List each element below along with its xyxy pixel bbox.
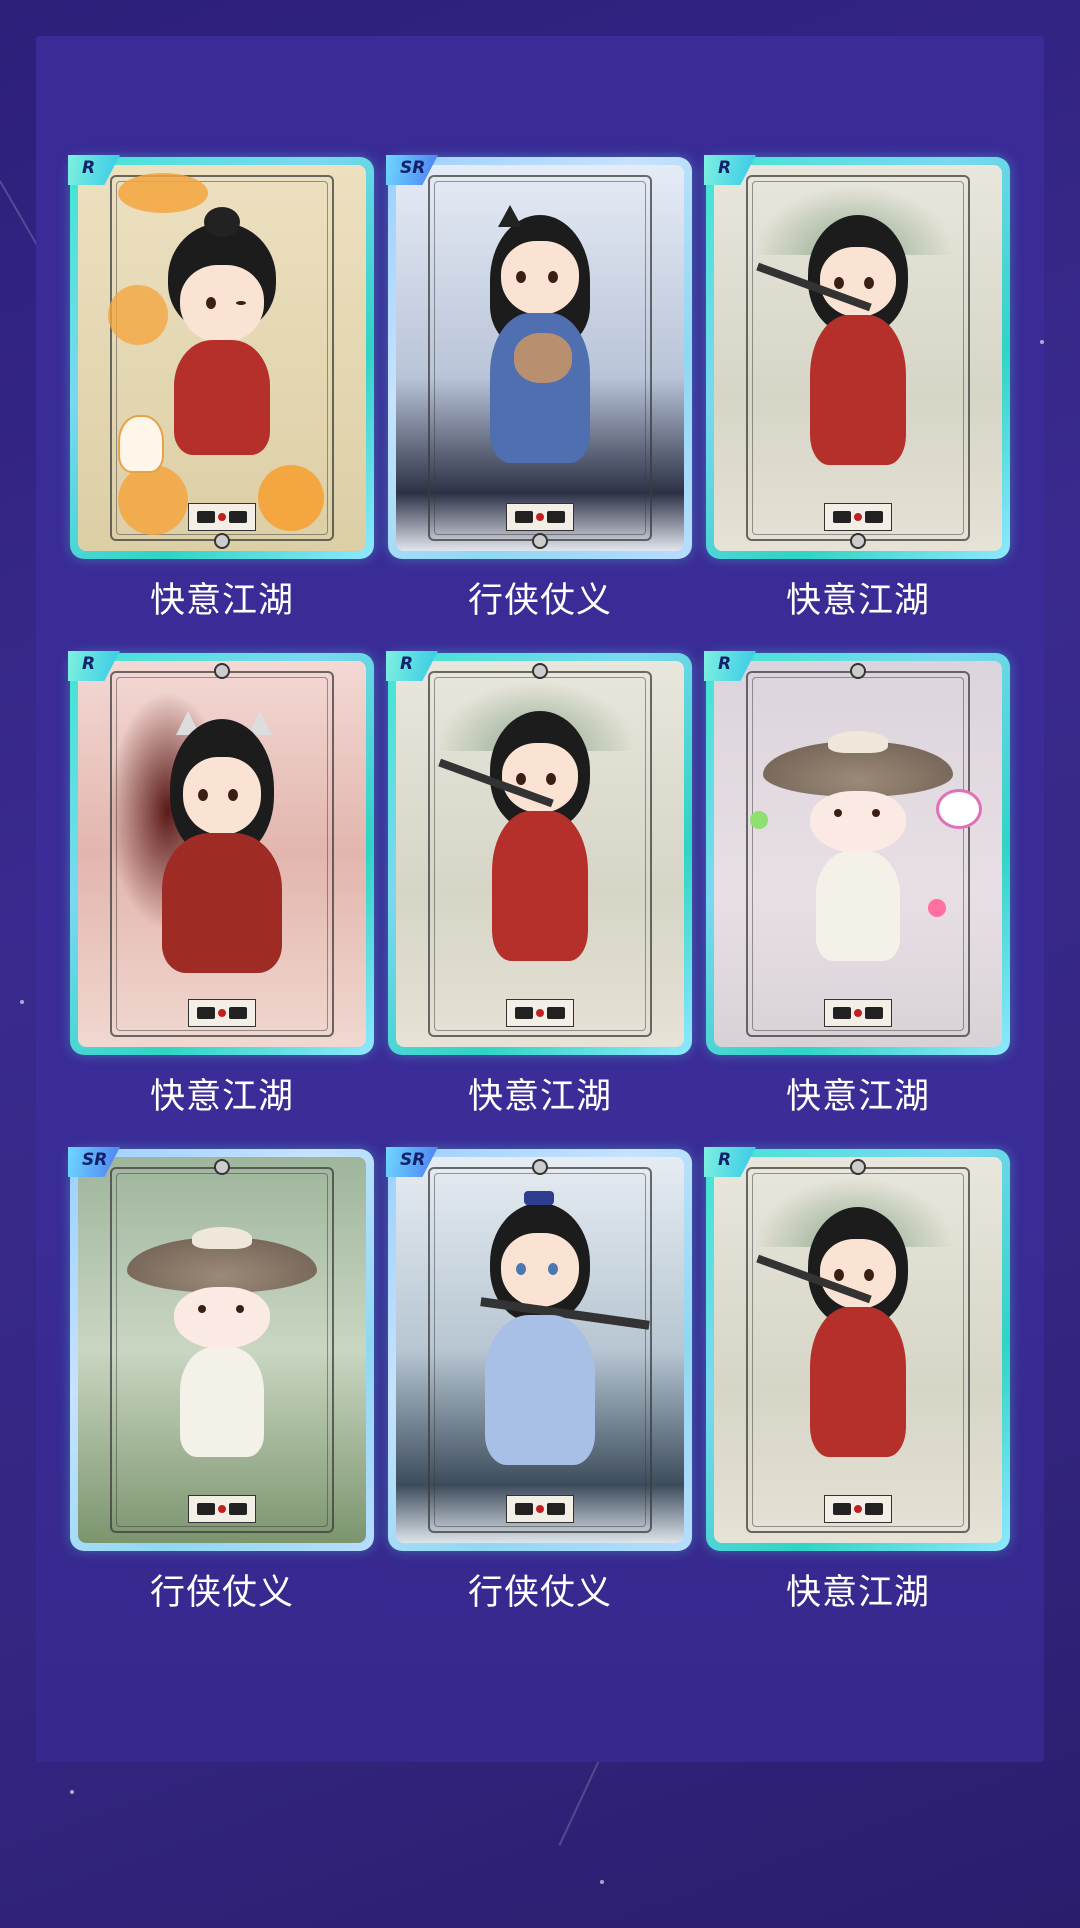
red-robe: [810, 1307, 906, 1457]
sparkle-dot: [70, 1790, 74, 1794]
red-robe: [162, 833, 282, 973]
coin-icon: [258, 465, 324, 531]
face: [810, 791, 906, 853]
card-4[interactable]: R: [68, 651, 374, 1055]
bear-plush-icon: [514, 333, 572, 383]
brand-seal-logo: [506, 1495, 574, 1523]
cat-badge-icon: [936, 789, 982, 829]
card-7[interactable]: SR: [68, 1147, 374, 1551]
brand-seal-logo: [188, 999, 256, 1027]
eye: [206, 297, 216, 309]
eye: [236, 301, 246, 305]
eye: [516, 773, 526, 785]
brand-seal-logo: [824, 999, 892, 1027]
paw-print-icon: [750, 811, 768, 829]
card-1[interactable]: R: [68, 155, 374, 559]
eye: [198, 789, 208, 801]
eye: [228, 789, 238, 801]
knot-ornament-icon: [850, 533, 866, 549]
brand-seal-logo: [506, 999, 574, 1027]
white-robe: [816, 851, 900, 961]
card-art: [78, 1157, 366, 1543]
card-3[interactable]: R: [704, 155, 1010, 559]
card-caption: 快意江湖: [149, 1077, 294, 1117]
card-5[interactable]: R: [386, 651, 692, 1055]
red-robe: [810, 315, 906, 465]
knot-ornament-icon: [850, 663, 866, 679]
card-caption: 行侠仗义: [149, 1573, 294, 1613]
knot-ornament-icon: [214, 663, 230, 679]
hair-bun: [204, 207, 240, 237]
light-blue-robe: [485, 1315, 595, 1465]
face: [174, 1287, 270, 1349]
face: [180, 265, 264, 343]
sparkle-dot: [20, 1000, 24, 1004]
card-art: [396, 1157, 684, 1543]
eye: [236, 1305, 244, 1313]
card-9[interactable]: R: [704, 1147, 1010, 1551]
cat-ears-icon: [498, 205, 522, 227]
coin-icon: [108, 285, 168, 345]
face: [501, 241, 579, 315]
face: [183, 757, 261, 835]
eye: [834, 809, 842, 817]
card-caption: 快意江湖: [467, 1077, 612, 1117]
eye: [548, 271, 558, 283]
face: [501, 1233, 579, 1307]
card-2[interactable]: SR: [386, 155, 692, 559]
brand-seal-logo: [824, 503, 892, 531]
card-caption: 快意江湖: [785, 1573, 930, 1613]
card-caption: 快意江湖: [149, 581, 294, 621]
card-art: [396, 165, 684, 551]
card-caption: 行侠仗义: [467, 581, 612, 621]
knot-ornament-icon: [532, 533, 548, 549]
red-robe: [492, 811, 588, 961]
eye: [516, 271, 526, 283]
brand-seal-logo: [506, 503, 574, 531]
card-caption: 快意江湖: [785, 581, 930, 621]
eye: [548, 1263, 558, 1275]
eye: [516, 1263, 526, 1275]
brand-seal-logo: [188, 503, 256, 531]
eye: [864, 277, 874, 289]
hair-tie: [524, 1191, 554, 1205]
paw-print-icon: [928, 899, 946, 917]
bamboo-hat-top: [192, 1227, 252, 1249]
sparkle-dot: [1040, 340, 1044, 344]
card-art: [78, 165, 366, 551]
card-caption: 行侠仗义: [467, 1573, 612, 1613]
knot-ornament-icon: [532, 663, 548, 679]
coin-icon: [118, 465, 188, 535]
card-6[interactable]: R: [704, 651, 1010, 1055]
brand-seal-logo: [824, 1495, 892, 1523]
eye: [546, 773, 556, 785]
eye: [198, 1305, 206, 1313]
knot-ornament-icon: [214, 1159, 230, 1175]
coin-icon: [118, 173, 208, 213]
red-robe: [174, 340, 270, 455]
card-art: [396, 661, 684, 1047]
knot-ornament-icon: [850, 1159, 866, 1175]
eye: [834, 277, 844, 289]
card-art: [714, 165, 1002, 551]
bamboo-hat-top: [828, 731, 888, 753]
sparkle-dot: [600, 1880, 604, 1884]
card-caption: 快意江湖: [785, 1077, 930, 1117]
card-art: [714, 1157, 1002, 1543]
eye: [872, 809, 880, 817]
card-art: [78, 661, 366, 1047]
eye: [864, 1269, 874, 1281]
white-robe: [180, 1347, 264, 1457]
card-art: [714, 661, 1002, 1047]
knot-ornament-icon: [532, 1159, 548, 1175]
knot-ornament-icon: [214, 533, 230, 549]
lucky-cat-icon: [118, 415, 164, 473]
eye: [834, 1269, 844, 1281]
card-8[interactable]: SR: [386, 1147, 692, 1551]
brand-seal-logo: [188, 1495, 256, 1523]
